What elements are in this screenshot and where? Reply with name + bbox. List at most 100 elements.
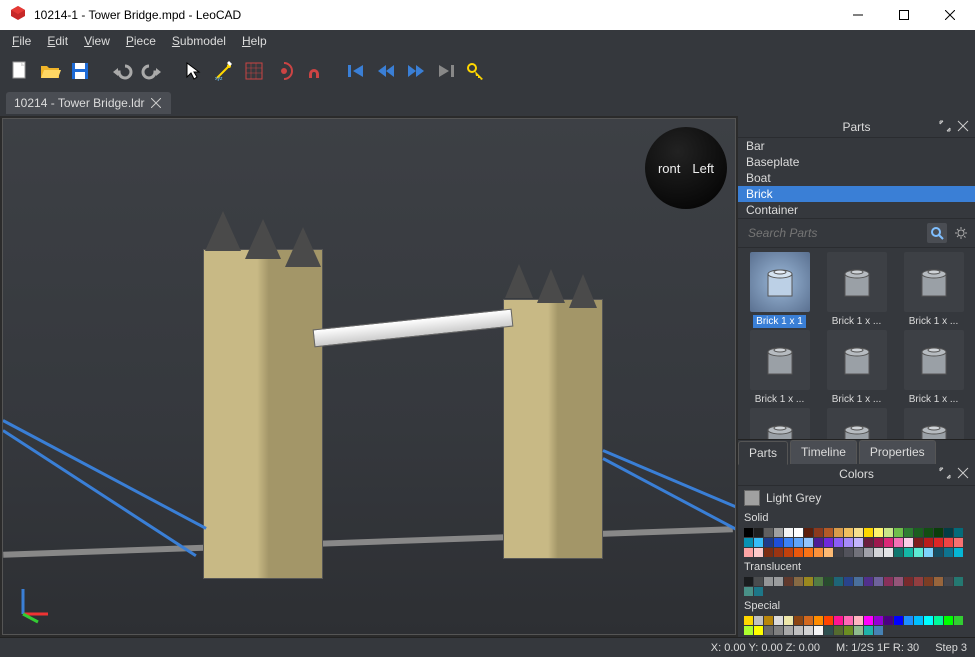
maximize-button[interactable]	[881, 0, 927, 30]
panel-tab-timeline[interactable]: Timeline	[790, 440, 857, 464]
color-swatch[interactable]	[744, 538, 753, 547]
color-swatch[interactable]	[954, 616, 963, 625]
color-swatch[interactable]	[934, 528, 943, 537]
close-colors-icon[interactable]	[957, 467, 971, 481]
redo-icon[interactable]	[138, 57, 166, 85]
color-swatch[interactable]	[774, 616, 783, 625]
color-swatch[interactable]	[904, 616, 913, 625]
part-item[interactable]: Brick 1 x 1	[742, 252, 817, 328]
color-swatch[interactable]	[904, 528, 913, 537]
color-swatch[interactable]	[874, 528, 883, 537]
part-item[interactable]: Brick 1 x ...	[819, 252, 894, 328]
color-swatch[interactable]	[774, 548, 783, 557]
color-swatch[interactable]	[804, 548, 813, 557]
color-swatch[interactable]	[944, 577, 953, 586]
color-swatch[interactable]	[774, 577, 783, 586]
key-icon[interactable]	[462, 57, 490, 85]
color-swatch[interactable]	[924, 528, 933, 537]
color-swatch[interactable]	[804, 538, 813, 547]
color-swatch[interactable]	[744, 577, 753, 586]
parts-settings-icon[interactable]	[951, 223, 971, 243]
color-swatch[interactable]	[824, 538, 833, 547]
color-swatch[interactable]	[784, 548, 793, 557]
color-swatch[interactable]	[744, 616, 753, 625]
color-swatch[interactable]	[914, 528, 923, 537]
color-swatch[interactable]	[814, 577, 823, 586]
transform-tool-icon[interactable]: xyz	[210, 57, 238, 85]
color-swatch[interactable]	[864, 548, 873, 557]
color-swatch[interactable]	[824, 548, 833, 557]
part-item[interactable]: Brick 1 x ...	[819, 330, 894, 406]
color-swatch[interactable]	[914, 616, 923, 625]
color-swatch[interactable]	[784, 626, 793, 635]
color-swatch[interactable]	[814, 626, 823, 635]
color-swatch[interactable]	[834, 548, 843, 557]
color-swatch[interactable]	[824, 626, 833, 635]
close-panel-icon[interactable]	[957, 120, 971, 134]
color-swatch[interactable]	[744, 548, 753, 557]
search-icon[interactable]	[927, 223, 947, 243]
color-swatch[interactable]	[944, 538, 953, 547]
color-swatch[interactable]	[744, 626, 753, 635]
color-swatch[interactable]	[944, 528, 953, 537]
color-swatch[interactable]	[884, 538, 893, 547]
color-swatch[interactable]	[814, 528, 823, 537]
color-swatch[interactable]	[874, 538, 883, 547]
color-swatch[interactable]	[784, 528, 793, 537]
color-swatch[interactable]	[754, 587, 763, 596]
color-swatch[interactable]	[794, 538, 803, 547]
panel-tab-parts[interactable]: Parts	[738, 441, 788, 465]
menu-piece[interactable]: Piece	[118, 32, 164, 50]
color-swatch[interactable]	[754, 548, 763, 557]
menu-file[interactable]: File	[4, 32, 39, 50]
color-swatch[interactable]	[864, 538, 873, 547]
save-file-icon[interactable]	[66, 57, 94, 85]
color-swatch[interactable]	[764, 548, 773, 557]
color-swatch[interactable]	[894, 577, 903, 586]
color-swatch[interactable]	[894, 538, 903, 547]
color-swatch[interactable]	[844, 528, 853, 537]
color-swatch[interactable]	[754, 538, 763, 547]
color-swatch[interactable]	[744, 528, 753, 537]
open-file-icon[interactable]	[36, 57, 64, 85]
color-swatch[interactable]	[774, 528, 783, 537]
color-swatch[interactable]	[754, 626, 763, 635]
color-swatch[interactable]	[794, 577, 803, 586]
color-swatch[interactable]	[904, 577, 913, 586]
color-swatch[interactable]	[844, 616, 853, 625]
color-swatch[interactable]	[764, 626, 773, 635]
color-swatch[interactable]	[934, 538, 943, 547]
color-swatch[interactable]	[794, 626, 803, 635]
color-swatch[interactable]	[764, 577, 773, 586]
color-swatch[interactable]	[834, 577, 843, 586]
color-swatch[interactable]	[824, 616, 833, 625]
color-swatch[interactable]	[854, 616, 863, 625]
color-swatch[interactable]	[824, 528, 833, 537]
color-swatch[interactable]	[814, 548, 823, 557]
color-swatch[interactable]	[744, 587, 753, 596]
color-swatch[interactable]	[844, 577, 853, 586]
category-item[interactable]: Boat	[738, 170, 975, 186]
color-swatch[interactable]	[784, 577, 793, 586]
expand-colors-icon[interactable]	[939, 467, 953, 481]
color-swatch[interactable]	[954, 548, 963, 557]
document-tab[interactable]: 10214 - Tower Bridge.ldr	[6, 92, 171, 114]
color-swatch[interactable]	[884, 528, 893, 537]
color-swatch[interactable]	[864, 528, 873, 537]
color-swatch[interactable]	[944, 616, 953, 625]
color-swatch[interactable]	[924, 548, 933, 557]
color-swatch[interactable]	[954, 577, 963, 586]
color-swatch[interactable]	[844, 548, 853, 557]
parts-search-input[interactable]	[742, 223, 923, 243]
color-swatch[interactable]	[944, 548, 953, 557]
color-swatch[interactable]	[804, 528, 813, 537]
color-swatch[interactable]	[934, 577, 943, 586]
color-swatch[interactable]	[904, 548, 913, 557]
color-swatch[interactable]	[884, 616, 893, 625]
step-first-icon[interactable]	[342, 57, 370, 85]
step-prev-icon[interactable]	[372, 57, 400, 85]
menu-help[interactable]: Help	[234, 32, 275, 50]
color-swatch[interactable]	[784, 616, 793, 625]
color-swatch[interactable]	[774, 538, 783, 547]
close-tab-icon[interactable]	[151, 97, 163, 109]
